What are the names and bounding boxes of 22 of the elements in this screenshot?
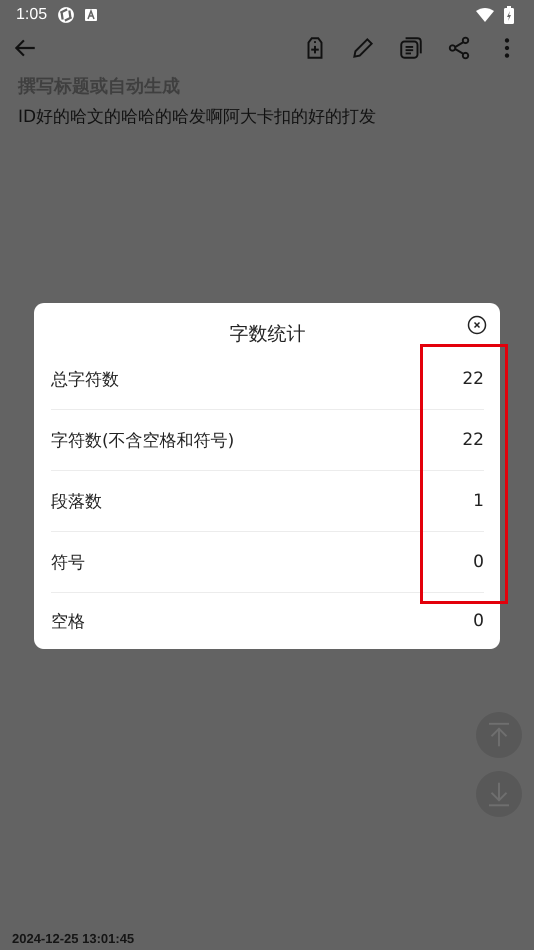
pencil-icon[interactable] bbox=[350, 35, 376, 61]
stat-label: 段落数 bbox=[51, 490, 102, 512]
app-status-icon bbox=[57, 6, 76, 24]
stat-label: 总字符数 bbox=[51, 368, 119, 390]
stat-label: 字符数(不含空格和符号) bbox=[51, 430, 234, 452]
timestamp: 2024-12-25 13:01:45 bbox=[12, 931, 134, 946]
note-body[interactable]: ID好的哈文的哈哈的哈发啊阿大卡扣的好的打发 bbox=[18, 102, 516, 132]
stat-value: 0 bbox=[473, 611, 484, 631]
stat-value: 22 bbox=[462, 369, 484, 389]
stat-value: 22 bbox=[462, 430, 484, 450]
battery-icon bbox=[504, 6, 514, 24]
status-time: 1:05 bbox=[16, 6, 48, 24]
font-status-icon bbox=[85, 9, 98, 21]
close-icon[interactable] bbox=[467, 315, 487, 335]
wifi-icon bbox=[476, 8, 494, 22]
stat-label: 空格 bbox=[51, 610, 85, 632]
stat-value: 0 bbox=[473, 552, 484, 572]
share-icon[interactable] bbox=[446, 35, 472, 61]
stat-value: 1 bbox=[473, 491, 484, 511]
stat-label: 符号 bbox=[51, 552, 85, 574]
documents-icon[interactable] bbox=[398, 35, 424, 61]
dialog-title: 字数统计 bbox=[230, 322, 306, 347]
